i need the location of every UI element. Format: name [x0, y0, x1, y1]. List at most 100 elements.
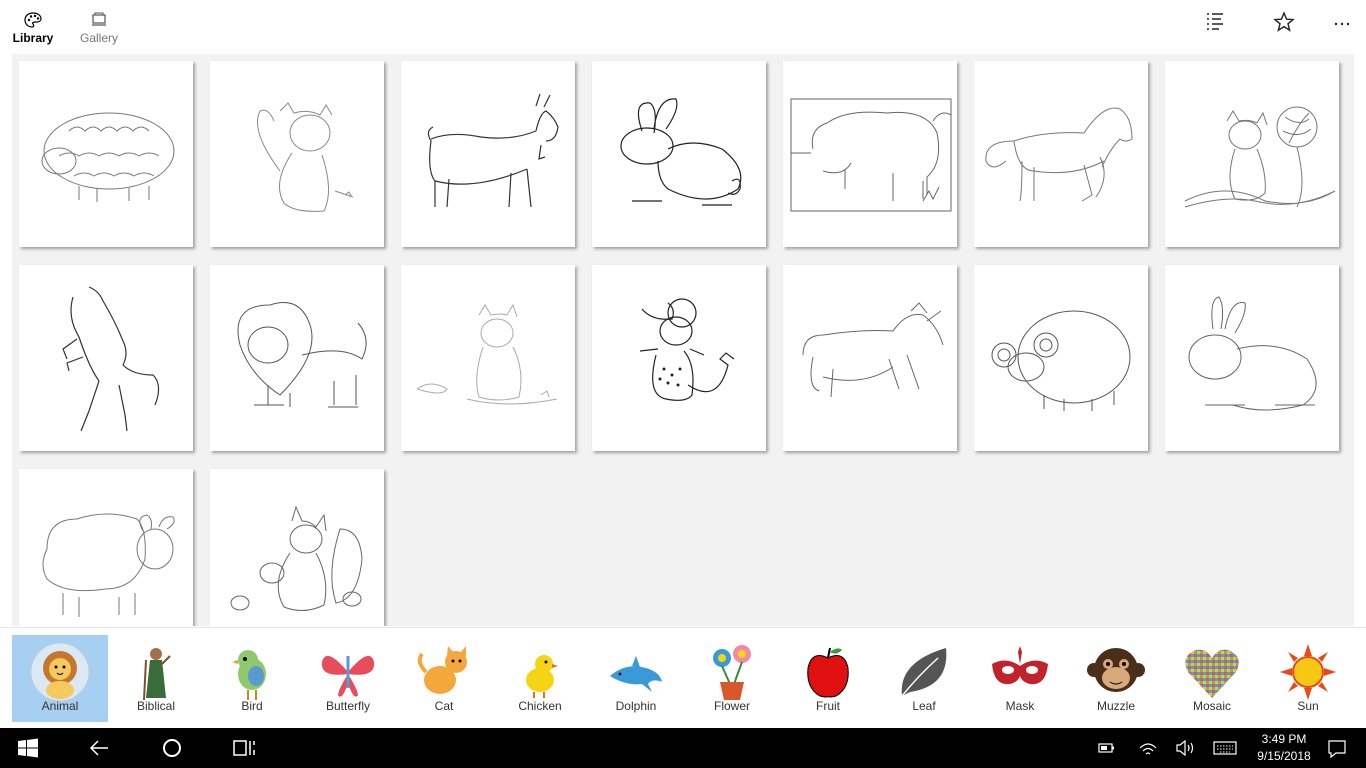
category-dolphin[interactable]: Dolphin	[588, 635, 684, 722]
category-animal[interactable]: Animal	[12, 635, 108, 722]
keyboard-icon	[1213, 741, 1237, 755]
category-mask-label: Mask	[1005, 699, 1035, 713]
wifi-icon	[1139, 743, 1157, 755]
more-options-button[interactable]	[1327, 10, 1357, 38]
palette-icon	[24, 12, 42, 28]
battery-indicator[interactable]	[1092, 728, 1120, 768]
mask-icon	[992, 646, 1048, 685]
category-butterfly-label: Butterfly	[325, 699, 370, 713]
list-icon	[1207, 13, 1223, 30]
category-fruit-label: Fruit	[816, 699, 840, 713]
cortana-button[interactable]	[152, 728, 192, 768]
category-cat[interactable]: Cat	[396, 635, 492, 722]
nav-library-label: Library	[12, 31, 54, 45]
clock-date: 9/15/2018	[1257, 749, 1311, 763]
app-header: Library Gallery	[0, 0, 1366, 54]
nav-gallery[interactable]: Gallery	[69, 8, 129, 52]
speaker-icon	[1176, 739, 1194, 757]
ram-drawing	[991, 310, 1131, 411]
flower-pot-icon	[713, 645, 751, 700]
tile-cat-with-bone[interactable]	[210, 61, 384, 247]
squirrel-drawing	[230, 505, 363, 611]
butterfly-icon	[321, 655, 375, 697]
cat-icon	[417, 646, 467, 694]
back-arrow-icon	[89, 740, 108, 756]
bird-icon	[232, 650, 266, 700]
lion-icon	[30, 642, 90, 702]
category-chicken-label: Chicken	[518, 699, 562, 713]
clock-time: 3:49 PM	[1261, 732, 1307, 746]
biblical-figure-icon	[143, 648, 171, 701]
mosaic-heart-icon	[1185, 649, 1239, 698]
lamb-drawing	[42, 513, 175, 617]
category-mask[interactable]: Mask	[972, 635, 1068, 722]
tile-rabbit-sitting[interactable]	[1165, 265, 1339, 451]
tile-squirrel[interactable]	[210, 469, 384, 626]
lion-drawing	[237, 302, 367, 408]
category-bar: Animal Biblical Bird Butterfly Cat Chick…	[0, 627, 1366, 729]
star-icon	[1273, 11, 1295, 32]
nav-gallery-label: Gallery	[79, 31, 118, 45]
category-bird[interactable]: Bird	[204, 635, 300, 722]
network-indicator[interactable]	[1134, 728, 1162, 768]
category-biblical-label: Biblical	[136, 699, 175, 713]
tile-cat-max[interactable]	[401, 265, 575, 451]
list-view-button[interactable]	[1200, 10, 1230, 38]
taskbar-clock[interactable]: 3:49 PM 9/15/2018	[1246, 731, 1322, 765]
tile-sheep[interactable]	[19, 61, 193, 247]
category-muzzle-label: Muzzle	[1096, 699, 1135, 713]
action-center-button[interactable]	[1322, 728, 1352, 768]
picture-grid	[12, 54, 1354, 626]
category-animal-label: Animal	[41, 699, 79, 713]
tile-cat-with-yarn[interactable]	[1165, 61, 1339, 247]
back-button[interactable]	[80, 728, 120, 768]
tile-rearing-horse[interactable]	[19, 265, 193, 451]
category-mosaic[interactable]: Mosaic	[1164, 635, 1260, 722]
gallery-icon	[92, 12, 106, 26]
cat-max-drawing	[416, 303, 558, 405]
mouse-drawing	[639, 298, 735, 401]
goat-running-drawing	[802, 302, 944, 398]
keyboard-indicator[interactable]	[1208, 728, 1242, 768]
category-flower-label: Flower	[713, 699, 750, 713]
category-dolphin-label: Dolphin	[615, 699, 657, 713]
cat-with-yarn-drawing	[1184, 106, 1336, 208]
apple-icon	[807, 647, 849, 698]
tile-lamb[interactable]	[19, 469, 193, 626]
chick-icon	[526, 655, 558, 698]
category-cat-label: Cat	[434, 699, 454, 713]
category-sun-label: Sun	[1297, 699, 1319, 713]
tile-goat-running[interactable]	[783, 265, 957, 451]
task-view-icon	[233, 740, 255, 756]
category-biblical[interactable]: Biblical	[108, 635, 204, 722]
nav-library[interactable]: Library	[3, 8, 63, 52]
tile-rabbit[interactable]	[592, 61, 766, 247]
favorites-button[interactable]	[1269, 10, 1299, 38]
start-button[interactable]	[0, 728, 56, 768]
sheep-drawing	[41, 112, 175, 202]
category-flower[interactable]: Flower	[684, 635, 780, 722]
leaf-icon	[901, 648, 947, 697]
category-leaf[interactable]: Leaf	[876, 635, 972, 722]
category-muzzle[interactable]: Muzzle	[1068, 635, 1164, 722]
category-fruit[interactable]: Fruit	[780, 635, 876, 722]
tile-lion[interactable]	[210, 265, 384, 451]
windows-logo-icon	[18, 738, 38, 758]
tile-ram[interactable]	[974, 265, 1148, 451]
category-leaf-label: Leaf	[912, 699, 936, 713]
volume-indicator[interactable]	[1171, 728, 1199, 768]
category-chicken[interactable]: Chicken	[492, 635, 588, 722]
task-view-button[interactable]	[224, 728, 264, 768]
circle-icon	[163, 739, 181, 757]
tile-goat[interactable]	[401, 61, 575, 247]
rabbit-sitting-drawing	[1188, 296, 1317, 411]
category-sun[interactable]: Sun	[1260, 635, 1356, 722]
windows-taskbar: 3:49 PM 9/15/2018	[0, 728, 1366, 768]
monkey-icon	[1087, 648, 1145, 692]
tile-hippo[interactable]	[783, 61, 957, 247]
category-butterfly[interactable]: Butterfly	[300, 635, 396, 722]
tile-mouse[interactable]	[592, 265, 766, 451]
sun-icon	[1280, 644, 1336, 700]
more-icon	[1334, 22, 1350, 26]
tile-horse[interactable]	[974, 61, 1148, 247]
